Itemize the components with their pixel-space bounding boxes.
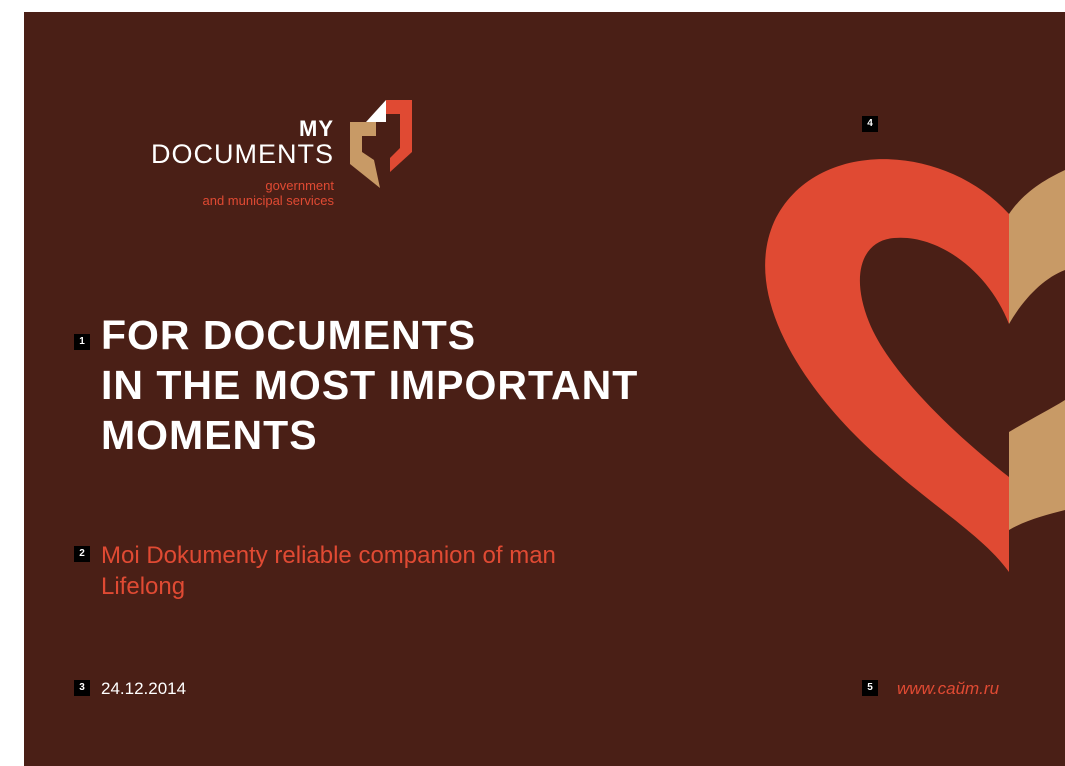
website-link[interactable]: www.caйm.ru bbox=[897, 679, 999, 699]
logo-subtitle-line2: and municipal services bbox=[202, 193, 334, 208]
slide: MY DOCUMENTS government and municipal se… bbox=[24, 12, 1065, 766]
logo-text-my: MY bbox=[299, 116, 334, 141]
marker-1: 1 bbox=[74, 334, 90, 350]
headline-line-1: FOR DOCUMENTS bbox=[101, 312, 477, 358]
logo-text-documents: DOCUMENTS bbox=[151, 139, 334, 169]
subtitle-line-1: Moi Dokumenty reliable companion of man bbox=[101, 542, 556, 569]
presentation-date: 24.12.2014 bbox=[101, 679, 187, 698]
marker-2: 2 bbox=[74, 546, 90, 562]
subtitle: Moi Dokumenty reliable companion of man … bbox=[101, 540, 556, 602]
headline-line-3: MOMENTS bbox=[101, 412, 318, 458]
logo-subtitle-line1: government bbox=[265, 178, 334, 193]
headline-line-2: IN THE MOST IMPORTANT bbox=[101, 362, 639, 408]
logo-mark-icon bbox=[350, 100, 412, 188]
marker-4: 4 bbox=[862, 116, 878, 132]
marker-5: 5 bbox=[862, 680, 878, 696]
logo-subtitle: government and municipal services bbox=[202, 178, 334, 208]
heart-graphic-icon bbox=[765, 159, 1065, 572]
headline: FOR DOCUMENTS IN THE MOST IMPORTANT MOME… bbox=[101, 310, 638, 460]
marker-3: 3 bbox=[74, 680, 90, 696]
subtitle-line-2: Lifelong bbox=[101, 573, 186, 600]
my-documents-logo: MY DOCUMENTS government and municipal se… bbox=[106, 90, 416, 230]
